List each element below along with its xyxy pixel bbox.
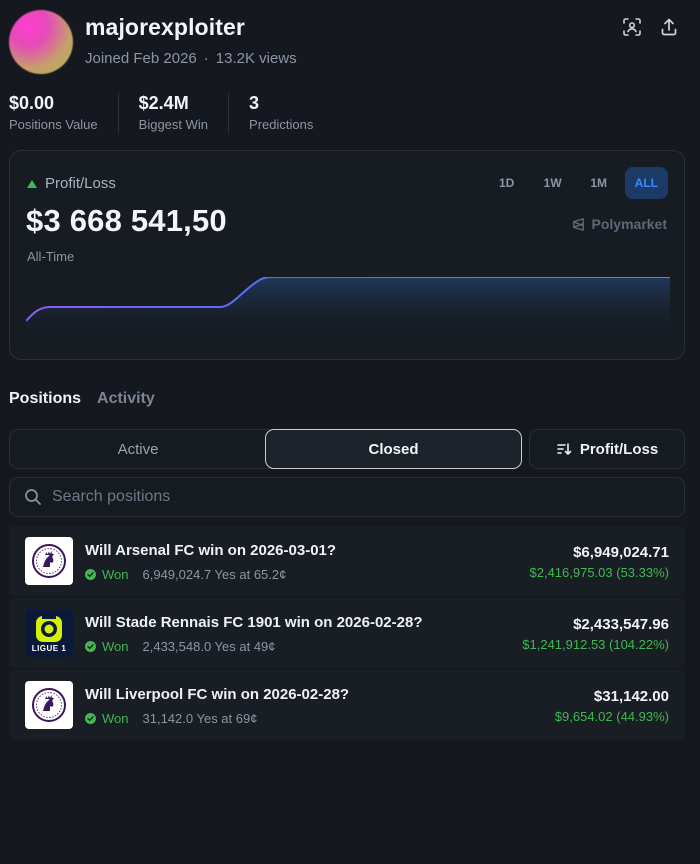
ligue-1-logo-text: LIGUE 1 bbox=[31, 643, 67, 653]
position-status: Won bbox=[102, 711, 129, 726]
range-1w[interactable]: 1W bbox=[533, 167, 573, 199]
profile-tabs: Positions Activity bbox=[9, 390, 155, 408]
position-status: Won bbox=[102, 639, 129, 654]
pl-chart bbox=[26, 277, 670, 339]
position-question: Will Liverpool FC win on 2026-02-28? bbox=[85, 686, 350, 703]
stat-value: $0.00 bbox=[9, 93, 55, 113]
stat-value: 3 bbox=[249, 93, 260, 113]
stat-positions-value: $0.00 Positions Value bbox=[9, 93, 119, 133]
pl-amount: $3 668 541,50 bbox=[26, 203, 227, 238]
pl-period: All-Time bbox=[27, 249, 75, 264]
position-details: Won 31,142.0 Yes at 69¢ bbox=[85, 711, 257, 726]
position-pnl: $1,241,912.53 (104.22%) bbox=[522, 637, 669, 652]
stat-label: Predictions bbox=[249, 117, 314, 132]
tab-positions[interactable]: Positions bbox=[9, 390, 81, 408]
stat-label: Positions Value bbox=[9, 117, 98, 132]
sort-label: Profit/Loss bbox=[579, 440, 659, 458]
position-amount: $31,142.00 bbox=[593, 688, 669, 705]
profile-meta: Joined Feb 2026 · 13.2K views bbox=[85, 50, 297, 67]
tab-activity[interactable]: Activity bbox=[97, 390, 155, 408]
search-input[interactable] bbox=[52, 488, 652, 506]
stat-label: Biggest Win bbox=[138, 117, 209, 132]
range-selector: 1D 1W 1M ALL bbox=[487, 167, 668, 199]
positions-list: Will Arsenal FC win on 2026-03-01? Won 6… bbox=[9, 526, 685, 742]
pl-title-label: Profit/Loss bbox=[45, 175, 116, 192]
position-row[interactable]: Will Arsenal FC win on 2026-03-01? Won 6… bbox=[9, 526, 685, 596]
profile-header: majorexploiter Joined Feb 2026 · 13.2K vie… bbox=[9, 10, 691, 74]
stat-predictions: 3 Predictions bbox=[249, 93, 333, 133]
premier-league-logo-icon bbox=[25, 537, 73, 585]
position-question: Will Stade Rennais FC 1901 win on 2026-0… bbox=[85, 614, 423, 631]
check-circle-icon bbox=[85, 569, 96, 580]
position-shares: 2,433,548.0 Yes at 49¢ bbox=[142, 639, 276, 654]
position-shares: 6,949,024.7 Yes at 65.2¢ bbox=[142, 567, 287, 582]
position-question: Will Arsenal FC win on 2026-03-01? bbox=[85, 542, 337, 559]
position-details: Won 6,949,024.7 Yes at 65.2¢ bbox=[85, 567, 286, 582]
search-icon bbox=[25, 489, 41, 505]
stat-biggest-win: $2.4M Biggest Win bbox=[138, 93, 230, 133]
search-bar bbox=[9, 477, 685, 517]
status-segmented-control: Active Closed bbox=[9, 429, 522, 469]
position-amount: $6,949,024.71 bbox=[573, 544, 669, 561]
position-status: Won bbox=[102, 567, 129, 582]
position-row[interactable]: LIGUE 1 Will Stade Rennais FC 1901 win o… bbox=[9, 598, 685, 668]
view-count: 13.2K views bbox=[215, 50, 297, 67]
filter-closed-button[interactable]: Closed bbox=[265, 429, 522, 469]
position-shares: 31,142.0 Yes at 69¢ bbox=[142, 711, 258, 726]
position-pnl: $9,654.02 (44.93%) bbox=[554, 709, 669, 724]
pl-title: Profit/Loss bbox=[27, 175, 116, 192]
share-icon[interactable] bbox=[657, 15, 681, 39]
stat-value: $2.4M bbox=[138, 93, 189, 113]
range-1d[interactable]: 1D bbox=[487, 167, 527, 199]
brand-name: Polymarket bbox=[591, 216, 667, 232]
trend-up-icon bbox=[27, 179, 37, 188]
sort-profit-loss-button[interactable]: Profit/Loss bbox=[529, 429, 685, 469]
position-amount: $2,433,547.96 bbox=[573, 616, 669, 633]
ligue-1-logo-icon: LIGUE 1 bbox=[25, 609, 73, 657]
position-row[interactable]: Will Liverpool FC win on 2026-02-28? Won… bbox=[9, 670, 685, 740]
profit-loss-card: Profit/Loss $3 668 541,50 All-Time 1D 1W… bbox=[9, 150, 685, 360]
polymarket-logo-icon bbox=[572, 217, 584, 231]
premier-league-logo-icon bbox=[25, 681, 73, 729]
range-all[interactable]: ALL bbox=[624, 167, 668, 199]
joined-date: Joined Feb 2026 bbox=[85, 50, 197, 67]
filter-active-button[interactable]: Active bbox=[10, 429, 266, 469]
username: majorexploiter bbox=[85, 14, 245, 40]
check-circle-icon bbox=[85, 641, 96, 652]
profile-stats: $0.00 Positions Value $2.4M Biggest Win … bbox=[9, 93, 353, 133]
position-details: Won 2,433,548.0 Yes at 49¢ bbox=[85, 639, 276, 654]
range-1m[interactable]: 1M bbox=[579, 167, 619, 199]
sort-icon bbox=[557, 443, 572, 456]
position-pnl: $2,416,975.03 (53.33%) bbox=[529, 565, 670, 580]
check-circle-icon bbox=[85, 713, 96, 724]
avatar[interactable] bbox=[9, 10, 73, 74]
meta-separator: · bbox=[203, 50, 209, 67]
polymarket-brand: Polymarket bbox=[571, 216, 667, 232]
scan-face-icon[interactable] bbox=[620, 15, 644, 39]
